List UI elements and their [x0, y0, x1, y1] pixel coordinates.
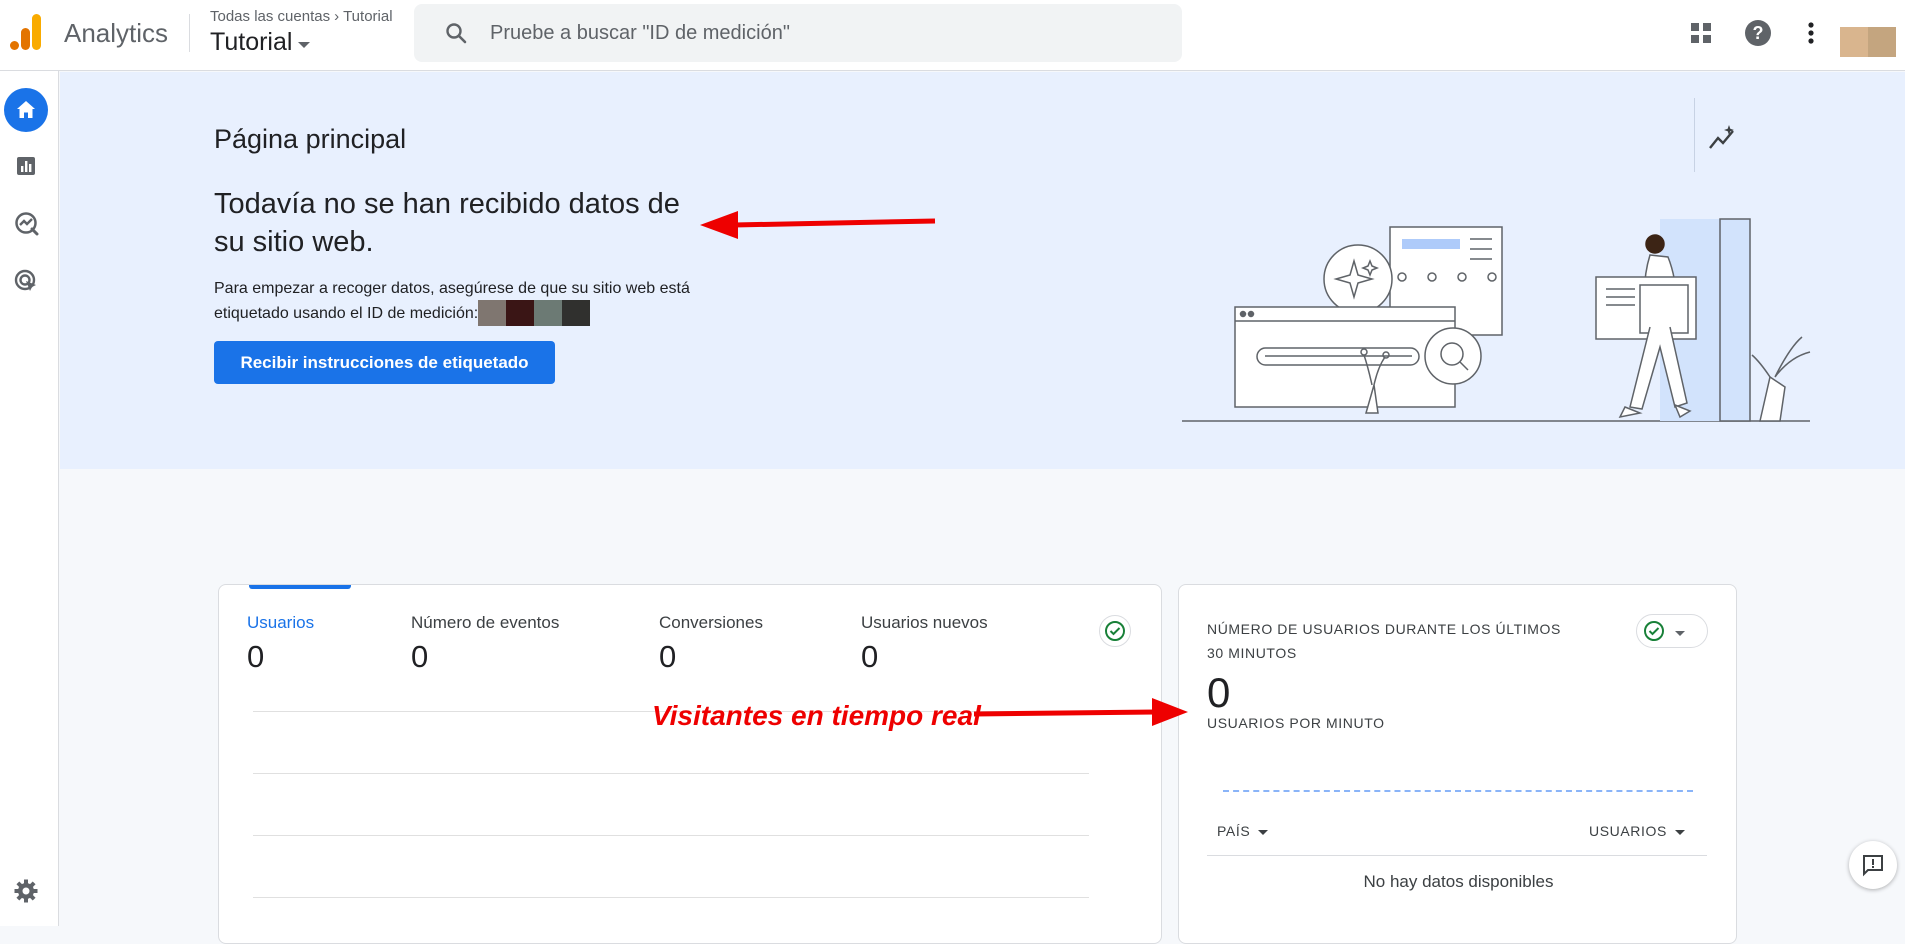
app-name: Analytics — [64, 18, 169, 48]
reports-icon — [17, 157, 35, 175]
analytics-logo-icon[interactable] — [10, 14, 44, 50]
metric-label: Conversiones — [659, 613, 763, 632]
metric-tab-users[interactable]: Usuarios 0 — [247, 613, 314, 675]
top-bar: Analytics Todas las cuentas › Tutorial Tut… — [0, 0, 1905, 71]
realtime-users-card: NÚMERO DE USUARIOS DURANTE LOS ÚLTIMOS 3… — [1178, 584, 1737, 944]
help-icon[interactable]: ? — [1743, 18, 1773, 48]
page-title: Página principal — [214, 124, 407, 154]
metric-value: 0 — [247, 639, 265, 674]
dropdown-caret-icon — [298, 41, 311, 48]
chart-gridline — [253, 835, 1089, 836]
avatar[interactable] — [1840, 27, 1896, 57]
metric-label: Usuarios nuevos — [861, 613, 988, 632]
metrics-overview-card: Usuarios 0 Número de eventos 0 Conversio… — [218, 584, 1162, 944]
realtime-subtitle: USUARIOS POR MINUTO — [1207, 715, 1385, 731]
metric-value: 0 — [411, 639, 429, 674]
chevron-right-icon: › — [334, 8, 340, 25]
insights-icon[interactable] — [1707, 122, 1739, 154]
annotation-realtime-label: Visitantes en tiempo real — [652, 700, 981, 731]
home-icon — [17, 101, 35, 118]
check-circle-icon — [1644, 621, 1664, 641]
nav-advertising[interactable] — [4, 259, 48, 303]
apps-grid-icon[interactable] — [1686, 18, 1716, 48]
column-header-users[interactable]: USUARIOS — [1589, 823, 1685, 839]
no-data-illustration — [1182, 218, 1811, 422]
search-placeholder: Pruebe a buscar "ID de medición" — [490, 21, 790, 44]
sort-caret-icon — [1674, 829, 1685, 835]
metric-tab-conversions[interactable]: Conversiones 0 — [659, 613, 763, 675]
tagging-instructions-button[interactable]: Recibir instrucciones de etiquetado — [214, 341, 555, 384]
metric-value: 0 — [659, 639, 677, 674]
metric-label: Número de eventos — [411, 613, 560, 632]
column-label: USUARIOS — [1589, 823, 1667, 839]
feedback-button[interactable] — [1849, 841, 1897, 889]
more-vert-icon[interactable] — [1796, 18, 1826, 48]
property-selector[interactable]: Tutorial — [210, 28, 311, 57]
left-nav — [0, 71, 59, 926]
search-bar[interactable]: Pruebe a buscar "ID de medición" — [414, 4, 1182, 62]
no-data-headline: Todavía no se han recibido datos de su s… — [214, 188, 680, 258]
breadcrumb[interactable]: Todas las cuentas › Tutorial — [210, 8, 393, 25]
column-header-country[interactable]: PAÍS — [1217, 823, 1269, 839]
empty-state-text: No hay datos disponibles — [1363, 872, 1554, 891]
chart-gridline — [253, 773, 1089, 774]
redacted-measurement-id — [478, 300, 591, 326]
realtime-user-count: 0 — [1207, 669, 1231, 716]
nav-admin[interactable] — [4, 869, 48, 913]
metric-tab-new-users[interactable]: Usuarios nuevos 0 — [861, 613, 988, 675]
annotation-arrow-headline — [700, 211, 936, 239]
metric-label: Usuarios — [247, 613, 315, 632]
advertising-icon — [14, 269, 36, 291]
dropdown-caret-icon — [1675, 630, 1685, 636]
insights-divider — [1694, 98, 1695, 172]
nav-home[interactable] — [4, 88, 48, 132]
tagging-instructions-text: Para empezar a recoger datos, asegúrese … — [214, 280, 690, 322]
no-data-description: Para empezar a recoger datos, asegúrese … — [214, 278, 714, 326]
property-name: Tutorial — [210, 28, 293, 56]
annotation-arrow-realtime — [973, 698, 1188, 726]
table-divider — [1207, 855, 1707, 856]
active-tab-indicator — [249, 585, 351, 589]
breadcrumb-all-accounts[interactable]: Todas las cuentas — [210, 8, 330, 25]
data-quality-status[interactable] — [1099, 615, 1131, 647]
settings-icon — [14, 879, 38, 903]
chart-gridline — [253, 897, 1089, 898]
header-divider — [189, 14, 190, 52]
svg-text:?: ? — [1753, 23, 1764, 43]
sort-caret-icon — [1258, 829, 1269, 835]
nav-explore[interactable] — [4, 201, 48, 245]
realtime-status-dropdown[interactable] — [1636, 614, 1708, 648]
hero-banner: Página principal Todavía no se han recib… — [60, 72, 1905, 469]
feedback-icon — [1863, 855, 1883, 877]
column-label: PAÍS — [1217, 823, 1251, 839]
nav-reports[interactable] — [4, 144, 48, 188]
check-circle-icon — [1105, 621, 1125, 641]
realtime-title: NÚMERO DE USUARIOS DURANTE LOS ÚLTIMOS 3… — [1207, 621, 1561, 661]
explore-icon — [15, 212, 39, 236]
per-minute-bar-chart — [1223, 790, 1693, 792]
breadcrumb-account[interactable]: Tutorial — [343, 8, 392, 25]
search-icon — [446, 23, 467, 44]
metric-tab-events[interactable]: Número de eventos 0 — [411, 613, 559, 675]
metric-value: 0 — [861, 639, 879, 674]
